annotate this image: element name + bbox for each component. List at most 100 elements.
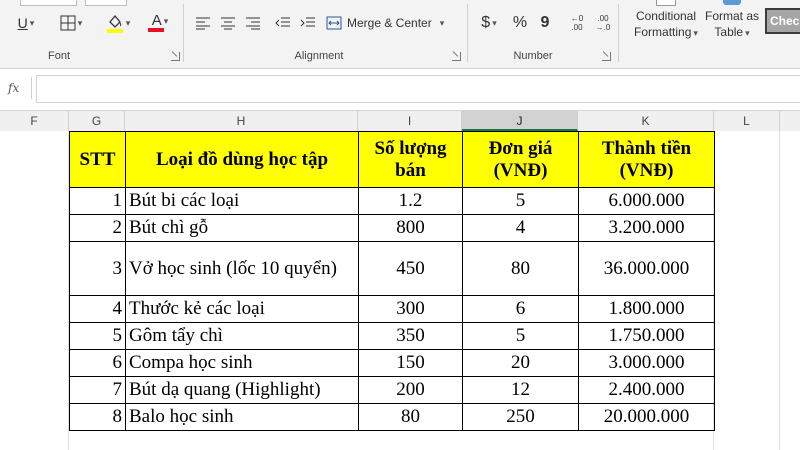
gridline	[779, 131, 780, 450]
column-header-h[interactable]: H	[125, 111, 358, 131]
column-header-l[interactable]: L	[714, 111, 780, 131]
cell-style-check[interactable]: Chec	[765, 8, 800, 34]
header-total[interactable]: Thành tiền (VNĐ)	[578, 131, 715, 188]
cell-qty[interactable]: 1.2	[358, 187, 463, 215]
cell-stt[interactable]: 8	[69, 403, 126, 431]
cell-qty[interactable]: 200	[358, 376, 463, 404]
cell-price[interactable]: 80	[462, 241, 579, 296]
decrease-decimal-button[interactable]: .00 →.0	[590, 10, 616, 36]
increase-decimal-icon-top: ←0	[570, 14, 584, 23]
cell-price[interactable]: 20	[462, 349, 579, 377]
column-header-i[interactable]: I	[358, 111, 462, 131]
table-row: 3 Vở học sinh (lốc 10 quyển) 450 80 36.0…	[69, 241, 715, 296]
cell-stt[interactable]: 2	[69, 214, 126, 242]
cell-stt[interactable]: 3	[69, 241, 126, 296]
cell-name[interactable]: Vở học sinh (lốc 10 quyển)	[125, 241, 359, 296]
cell-stt[interactable]: 5	[69, 322, 126, 350]
cell-stt[interactable]: 6	[69, 349, 126, 377]
font-dialog-launcher[interactable]	[171, 52, 180, 61]
conditional-formatting-button[interactable]: Conditional Formatting ▾	[628, 0, 704, 41]
fx-icon[interactable]: fx	[8, 81, 19, 95]
format-as-table-icon	[703, 0, 761, 8]
format-as-table-button[interactable]: Format as Table ▾	[703, 0, 761, 41]
align-center-button[interactable]	[217, 10, 239, 36]
cell-total[interactable]: 3.000.000	[578, 349, 715, 377]
column-header-f[interactable]: F	[0, 111, 69, 131]
format-as-table-label-1: Format as	[704, 9, 759, 23]
cell-name[interactable]: Balo học sinh	[125, 403, 359, 431]
cell-stt[interactable]: 7	[69, 376, 126, 404]
decrease-indent-button[interactable]	[272, 10, 294, 36]
cell-qty[interactable]: 350	[358, 322, 463, 350]
cell-total[interactable]: 36.000.000	[578, 241, 715, 296]
accounting-format-button[interactable]: $ ▾	[474, 10, 504, 36]
increase-indent-button[interactable]	[297, 10, 319, 36]
conditional-formatting-label-1: Conditional	[635, 9, 697, 23]
decrease-indent-icon	[275, 17, 290, 27]
align-right-button[interactable]	[242, 10, 264, 36]
column-header-next[interactable]	[780, 111, 800, 131]
conditional-formatting-label-2: Formatting	[634, 25, 692, 39]
column-headers: F G H I J K L	[0, 110, 800, 132]
column-header-j[interactable]: J	[462, 111, 578, 131]
cell-total[interactable]: 3.200.000	[578, 214, 715, 242]
dollar-icon: $	[481, 14, 491, 31]
cell-name[interactable]: Bút chì gỗ	[125, 214, 359, 242]
cell-stt[interactable]: 4	[69, 295, 126, 323]
merge-center-button[interactable]: Merge & Center ▾	[326, 10, 450, 36]
cell-total[interactable]: 1.800.000	[578, 295, 715, 323]
formula-bar: fx	[0, 69, 800, 110]
cell-total[interactable]: 2.400.000	[578, 376, 715, 404]
number-dialog-launcher[interactable]	[602, 52, 611, 61]
header-stt[interactable]: STT	[69, 131, 126, 188]
cell-total[interactable]: 20.000.000	[578, 403, 715, 431]
cell-total[interactable]: 6.000.000	[578, 187, 715, 215]
cell-price[interactable]: 12	[462, 376, 579, 404]
cell-price[interactable]: 250	[462, 403, 579, 431]
align-left-icon	[196, 17, 210, 30]
cell-name[interactable]: Compa học sinh	[125, 349, 359, 377]
cell-name[interactable]: Bút dạ quang (Highlight)	[125, 376, 359, 404]
formula-input[interactable]	[36, 75, 800, 103]
header-quantity-sold[interactable]: Số lượng bán	[358, 131, 463, 188]
cell-qty[interactable]: 300	[358, 295, 463, 323]
table-row: 8 Balo học sinh 80 250 20.000.000	[69, 403, 715, 431]
comma-icon: 9	[540, 14, 550, 31]
cell-qty[interactable]: 80	[358, 403, 463, 431]
cell-qty[interactable]: 450	[358, 241, 463, 296]
cell-qty[interactable]: 150	[358, 349, 463, 377]
underline-button[interactable]: U ▾	[8, 10, 44, 36]
cell-price[interactable]: 6	[462, 295, 579, 323]
borders-button[interactable]: ▾	[53, 10, 89, 36]
worksheet-grid[interactable]: STT Loại đồ dùng học tập Số lượng bán Đơ…	[0, 131, 800, 450]
decrease-decimal-icon-top: .00	[597, 14, 609, 23]
header-item-type[interactable]: Loại đồ dùng học tập	[125, 131, 359, 188]
chevron-down-icon: ▾	[29, 17, 35, 28]
increase-decimal-icon-bottom: .00	[571, 23, 583, 32]
comma-style-button[interactable]: 9	[534, 10, 556, 36]
format-as-table-label-2: Table	[714, 25, 744, 39]
align-left-button[interactable]	[192, 10, 214, 36]
table-header-row: STT Loại đồ dùng học tập Số lượng bán Đơ…	[69, 131, 715, 188]
column-header-k[interactable]: K	[578, 111, 714, 131]
increase-decimal-button[interactable]: ←0 .00	[564, 10, 590, 36]
cell-name[interactable]: Bút bi các loại	[125, 187, 359, 215]
header-unit-price[interactable]: Đơn giá (VNĐ)	[462, 131, 579, 188]
paint-bucket-icon	[106, 14, 123, 33]
column-header-g[interactable]: G	[69, 111, 125, 131]
font-color-button[interactable]: A ▾	[142, 10, 178, 36]
fill-color-button[interactable]: ▾	[100, 10, 136, 36]
cell-stt[interactable]: 1	[69, 187, 126, 215]
percent-style-button[interactable]: %	[508, 10, 532, 36]
cell-price[interactable]: 4	[462, 214, 579, 242]
cell-price[interactable]: 5	[462, 322, 579, 350]
cell-price[interactable]: 5	[462, 187, 579, 215]
chevron-down-icon: ▾	[492, 17, 497, 28]
cell-name[interactable]: Gôm tẩy chì	[125, 322, 359, 350]
alignment-dialog-launcher[interactable]	[452, 52, 461, 61]
number-group-label: Number	[513, 50, 553, 62]
cell-qty[interactable]: 800	[358, 214, 463, 242]
cell-name[interactable]: Thước kẻ các loại	[125, 295, 359, 323]
cell-total[interactable]: 1.750.000	[578, 322, 715, 350]
chevron-down-icon: ▾	[125, 17, 131, 28]
